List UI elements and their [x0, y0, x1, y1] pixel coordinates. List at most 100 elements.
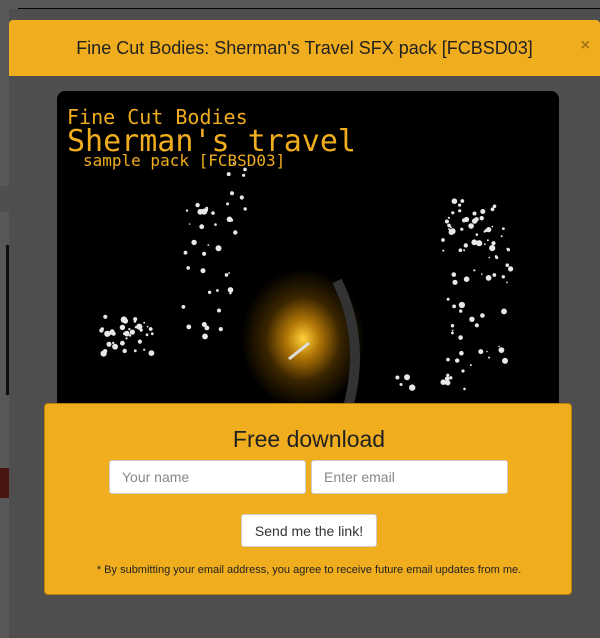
- sparkle-dot: [143, 321, 146, 324]
- sparkle-dot: [137, 339, 142, 344]
- sparkle-dot: [242, 173, 246, 177]
- sparkle-dot: [461, 369, 465, 373]
- sparkle-dot: [506, 281, 508, 284]
- modal-header: Fine Cut Bodies: Sherman's Travel SFX pa…: [9, 20, 600, 76]
- sparkle-dot: [491, 241, 496, 246]
- sparkle-dot: [191, 239, 197, 246]
- sparkle-dot: [451, 198, 458, 204]
- sparkle-dot: [469, 364, 472, 367]
- email-disclaimer: * By submitting your email address, you …: [96, 564, 522, 576]
- sparkle-dot: [207, 244, 210, 247]
- sparkle-dot: [446, 357, 450, 362]
- sparkle-dot: [488, 256, 491, 259]
- close-icon[interactable]: ×: [581, 37, 590, 55]
- sparkle-dot: [459, 309, 463, 313]
- sparkle-dot: [458, 203, 462, 207]
- sparkle-dot: [486, 239, 489, 242]
- sparkle-dot: [488, 356, 491, 359]
- sparkle-dot: [129, 329, 135, 335]
- sparkle-dot: [460, 227, 464, 231]
- sparkle-dot: [459, 350, 464, 356]
- sparkle-dot: [455, 358, 460, 363]
- sparkle-dot: [227, 287, 234, 293]
- sparkle-dot: [444, 219, 449, 224]
- sparkle-dot: [494, 255, 498, 258]
- sparkle-dot: [148, 327, 153, 331]
- sparkle-dot: [451, 329, 454, 332]
- sparkle-dot: [195, 202, 200, 208]
- sparkle-dot: [474, 323, 479, 328]
- sparkle-dot: [217, 308, 221, 313]
- sparkle-dot: [458, 209, 462, 213]
- send-link-button[interactable]: Send me the link!: [241, 514, 377, 547]
- sparkle-dot: [486, 350, 488, 353]
- sparkle-dot: [489, 245, 496, 252]
- sparkle-dot: [442, 249, 445, 252]
- sparkle-dot: [133, 320, 137, 323]
- sparkle-dot: [112, 341, 115, 345]
- sparkle-dot: [498, 347, 505, 353]
- sparkle-dot: [409, 384, 416, 391]
- modal-title: Fine Cut Bodies: Sherman's Travel SFX pa…: [76, 38, 533, 58]
- sparkle-dot: [128, 328, 131, 331]
- sparkle-dot: [201, 208, 208, 215]
- sparkle-dot: [500, 235, 503, 238]
- sparkle-dot: [446, 373, 450, 377]
- sparkle-dot: [200, 268, 206, 274]
- sparkle-dot: [99, 328, 104, 333]
- sparkle-dot: [458, 335, 463, 340]
- sparkle-dot: [481, 273, 483, 275]
- sparkle-dot: [463, 387, 466, 391]
- cover-art-subtitle: sample pack [FCBSD03]: [83, 151, 286, 170]
- sparkle-dot: [492, 204, 497, 209]
- sparkle-dot: [452, 279, 458, 285]
- sparkle-dot: [226, 172, 231, 177]
- sparkle-dot: [103, 351, 107, 355]
- sparkle-dot: [506, 247, 509, 250]
- sparkle-dot: [233, 230, 238, 235]
- free-download-panel: Free download Send me the link! * By sub…: [44, 403, 572, 595]
- sparkle-dot: [449, 226, 452, 229]
- sparkle-dot: [120, 340, 125, 346]
- sparkle-dot: [498, 345, 500, 348]
- sparkle-dot: [186, 266, 190, 270]
- sparkle-dot: [207, 290, 212, 294]
- sparkle-dot: [486, 227, 492, 233]
- download-title: Free download: [232, 426, 386, 452]
- sparkle-dot: [502, 357, 508, 364]
- sparkle-dot: [505, 263, 510, 267]
- sparkle-dot: [215, 245, 222, 252]
- sparkle-dot: [150, 332, 154, 336]
- sparkle-dot: [186, 324, 192, 330]
- sparkle-dot: [491, 225, 494, 228]
- sparkle-dot: [501, 275, 505, 279]
- sparkle-dot: [441, 238, 445, 242]
- sparkle-dot: [214, 223, 217, 226]
- sparkle-dot: [451, 331, 454, 335]
- sparkle-dot: [404, 374, 410, 381]
- sparkle-dot: [449, 228, 456, 235]
- sparkle-dot: [224, 273, 229, 277]
- sparkle-dot: [472, 211, 477, 216]
- email-input[interactable]: [311, 460, 508, 494]
- sparkle-dot: [501, 308, 507, 315]
- download-modal: Fine Cut Bodies: Sherman's Travel SFX pa…: [9, 9, 600, 638]
- sparkle-dot: [109, 329, 115, 335]
- name-input[interactable]: [109, 460, 306, 494]
- sparkle-dot: [229, 292, 232, 295]
- sparkle-dot: [226, 202, 230, 206]
- sparkle-dot: [458, 301, 465, 309]
- sparkle-dot: [239, 195, 244, 200]
- sparkle-dot: [451, 272, 457, 277]
- sparkle-dot: [106, 341, 112, 347]
- sparkle-dot: [133, 349, 137, 353]
- sparkle-dot: [181, 305, 186, 309]
- sparkle-dot: [440, 379, 447, 386]
- sparkle-dot: [399, 383, 403, 386]
- sparkle-dot: [202, 333, 208, 340]
- sparkle-dot: [478, 349, 484, 355]
- sparkle-dot: [446, 297, 450, 301]
- sparkle-dot: [199, 224, 205, 230]
- sparkle-dot: [216, 289, 219, 292]
- sparkle-dot: [479, 216, 484, 221]
